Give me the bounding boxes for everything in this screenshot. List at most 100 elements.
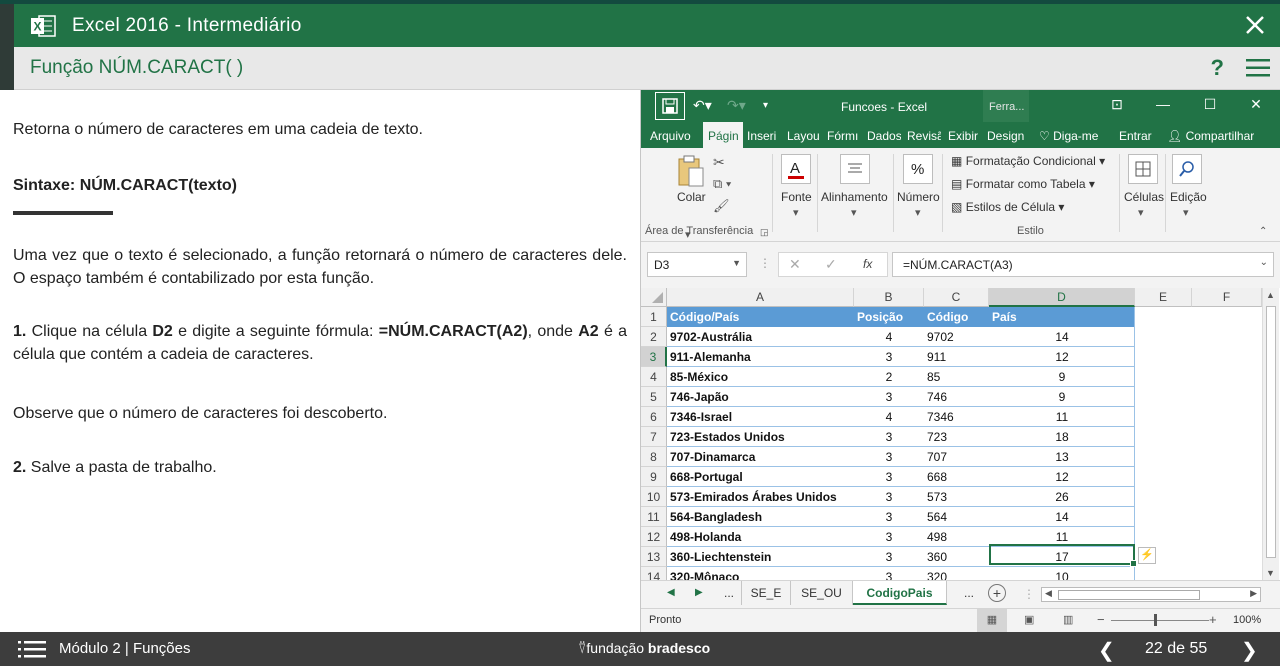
row-header[interactable]: 2 [641, 327, 667, 347]
table-header-cell[interactable]: Posição [854, 307, 924, 327]
maximize-icon[interactable]: ☐ [1200, 96, 1220, 113]
tab-formulas[interactable]: Fórmı [827, 122, 859, 148]
table-cell[interactable]: 911 [924, 347, 989, 367]
zoom-slider-thumb[interactable] [1154, 614, 1157, 626]
table-header-cell[interactable]: Código [924, 307, 989, 327]
table-cell[interactable]: 668 [924, 467, 989, 487]
enter-icon[interactable]: ✓ [825, 256, 837, 273]
normal-view-icon[interactable]: ▦ [977, 609, 1007, 632]
scroll-sheets-right-icon[interactable]: ▶ [695, 587, 703, 598]
row-header[interactable]: 9 [641, 467, 667, 487]
zoom-slider[interactable] [1111, 620, 1209, 621]
close-icon[interactable] [1242, 12, 1268, 38]
table-cell[interactable]: 573-Emirados Árabes Unidos [667, 487, 854, 507]
row-header[interactable]: 13 [641, 547, 667, 567]
row-header[interactable]: 1 [641, 307, 667, 327]
quick-analysis-icon[interactable]: ⚡ [1138, 547, 1156, 564]
row-header[interactable]: 7 [641, 427, 667, 447]
table-cell[interactable]: 3 [854, 547, 924, 567]
scroll-thumb[interactable] [1266, 306, 1276, 558]
table-cell[interactable]: 668-Portugal [667, 467, 854, 487]
tab-design[interactable]: Design [987, 122, 1024, 148]
format-as-table-button[interactable]: ▤ Formatar como Tabela ▾ [951, 177, 1095, 191]
paste-button[interactable]: Colar [675, 154, 707, 214]
table-cell[interactable]: 564 [924, 507, 989, 527]
conditional-formatting-button[interactable]: ▦ Formatação Condicional ▾ [951, 154, 1105, 168]
sign-in-link[interactable]: Entrar [1119, 122, 1152, 148]
window-close-icon[interactable]: ✕ [1246, 96, 1266, 113]
table-cell[interactable]: 2 [854, 367, 924, 387]
redo-icon[interactable]: ↷▾ [727, 97, 746, 114]
tab-dados[interactable]: Dados [867, 122, 901, 148]
alignment-group-button[interactable]: Alinhamento [821, 190, 888, 204]
scroll-up-icon[interactable]: ▲ [1266, 290, 1275, 300]
table-cell[interactable]: 3 [854, 427, 924, 447]
table-cell[interactable]: 13 [989, 447, 1135, 467]
cut-icon[interactable]: ✂ [713, 154, 725, 171]
customize-qat-icon[interactable]: ▾ [763, 100, 768, 111]
tab-pagina-inicial[interactable]: Págin [703, 122, 743, 148]
table-cell[interactable]: 3 [854, 527, 924, 547]
editing-group-button[interactable]: Edição [1170, 190, 1207, 204]
table-cell[interactable]: 746 [924, 387, 989, 407]
table-cell[interactable]: 9 [989, 387, 1135, 407]
row-header[interactable]: 12 [641, 527, 667, 547]
page-break-view-icon[interactable]: ▥ [1063, 613, 1073, 626]
formula-input[interactable]: =NÚM.CARACT(A3) ⌄ [892, 252, 1274, 277]
search-icon[interactable] [1172, 154, 1202, 184]
table-cell[interactable]: 707 [924, 447, 989, 467]
table-cell[interactable]: 7346 [924, 407, 989, 427]
table-cell[interactable]: 85 [924, 367, 989, 387]
horizontal-scrollbar[interactable]: ◀ ▶ [1041, 587, 1261, 602]
table-cell[interactable]: 723-Estados Unidos [667, 427, 854, 447]
format-painter-icon[interactable]: 🖌︎ [713, 198, 730, 214]
sheet-tab-se-ou[interactable]: SE_OU [791, 581, 853, 605]
tab-inserir[interactable]: Inseri [747, 122, 781, 148]
sheet-tab-se-e[interactable]: SE_E [741, 581, 791, 605]
alignment-icon[interactable] [840, 154, 870, 184]
column-header[interactable]: B [854, 288, 924, 307]
previous-page-icon[interactable]: ❮ [1098, 638, 1115, 663]
cell-styles-button[interactable]: ▧ Estilos de Célula ▾ [951, 200, 1064, 214]
percent-icon[interactable]: % [903, 154, 933, 184]
tab-exibir[interactable]: Exibir [948, 122, 978, 148]
minimize-icon[interactable]: — [1153, 96, 1173, 112]
more-sheets-right[interactable]: ... [957, 581, 981, 605]
row-header[interactable]: 8 [641, 447, 667, 467]
number-group-button[interactable]: Número [897, 190, 940, 204]
table-cell[interactable]: 498-Holanda [667, 527, 854, 547]
zoom-level[interactable]: 100% [1233, 614, 1261, 626]
worksheet-grid[interactable]: A B C D E F 1 Código/País Posição Código… [641, 288, 1280, 580]
table-header-cell[interactable]: País [989, 307, 1135, 327]
row-header[interactable]: 4 [641, 367, 667, 387]
column-header[interactable]: A [667, 288, 854, 307]
help-icon[interactable]: ? [1211, 55, 1224, 81]
table-cell[interactable]: 3 [854, 567, 924, 580]
font-group-button[interactable]: Fonte [781, 190, 812, 204]
scroll-sheets-left-icon[interactable]: ◀ [667, 587, 675, 598]
table-cell[interactable]: 4 [854, 407, 924, 427]
tab-arquivo[interactable]: Arquivo [650, 122, 691, 148]
table-cell[interactable]: 564-Bangladesh [667, 507, 854, 527]
table-cell[interactable]: 14 [989, 507, 1135, 527]
table-cell[interactable]: 3 [854, 387, 924, 407]
cells-group-button[interactable]: Células [1124, 190, 1164, 204]
table-cell[interactable]: 746-Japão [667, 387, 854, 407]
table-cell[interactable]: 14 [989, 327, 1135, 347]
zoom-in-icon[interactable]: + [1209, 612, 1217, 627]
table-cell[interactable]: 3 [854, 447, 924, 467]
page-layout-view-icon[interactable]: ▣ [1024, 613, 1034, 626]
table-cell[interactable]: 11 [989, 407, 1135, 427]
cancel-icon[interactable]: ✕ [789, 256, 801, 273]
hamburger-menu-icon[interactable] [1246, 59, 1270, 77]
tell-me[interactable]: ♡ Diga-me [1039, 122, 1098, 148]
zoom-out-icon[interactable]: − [1097, 612, 1105, 627]
table-cell[interactable]: 3 [854, 507, 924, 527]
save-icon[interactable] [655, 92, 685, 120]
expand-formula-icon[interactable]: ⌄ [1260, 257, 1268, 268]
add-sheet-icon[interactable]: + [988, 584, 1006, 602]
row-header[interactable]: 6 [641, 407, 667, 427]
scroll-right-icon[interactable]: ▶ [1250, 588, 1257, 599]
table-cell[interactable]: 9702 [924, 327, 989, 347]
next-page-icon[interactable]: ❯ [1241, 638, 1258, 663]
